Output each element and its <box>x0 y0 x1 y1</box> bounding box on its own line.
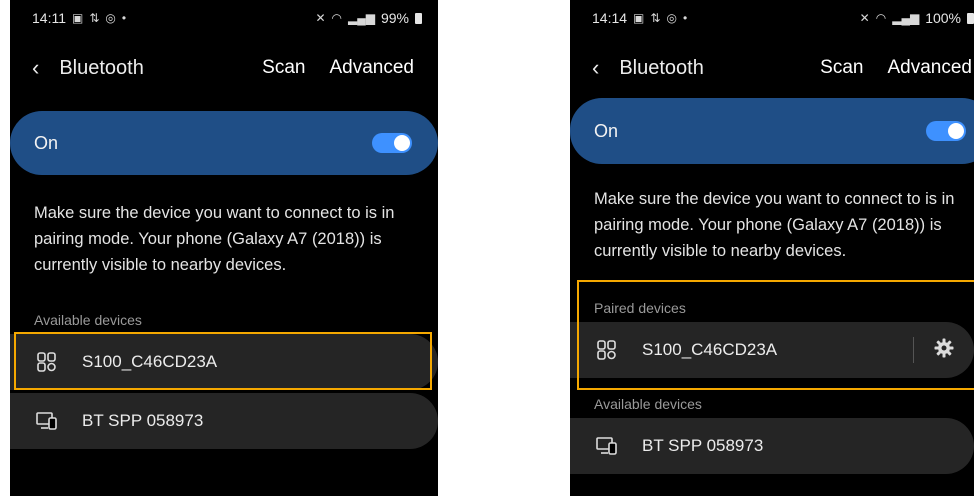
wifi-icon: ◠ <box>875 11 887 25</box>
advanced-button[interactable]: Advanced <box>887 57 972 79</box>
gear-icon[interactable] <box>934 338 954 363</box>
advanced-button[interactable]: Advanced <box>329 57 414 79</box>
pairing-info-text: Make sure the device you want to connect… <box>594 190 955 260</box>
bluetooth-switch[interactable] <box>372 133 412 153</box>
dot-icon: • <box>682 11 688 25</box>
status-time: 14:11 <box>32 10 66 26</box>
title-bar: ‹ Bluetooth Scan Advanced <box>570 48 974 88</box>
gallery-icon: ▣ <box>633 11 645 25</box>
status-time: 14:14 <box>592 10 628 26</box>
monitor-phone-icon <box>596 435 618 457</box>
paired-device-item[interactable]: S100_C46CD23A <box>570 322 974 378</box>
battery-icon <box>967 12 974 24</box>
battery-percent: 99% <box>380 10 409 26</box>
scan-button[interactable]: Scan <box>820 57 863 79</box>
signal-icon: ▂▄▆ <box>348 11 375 25</box>
keypad-device-icon <box>596 339 618 361</box>
bluetooth-toggle-row[interactable]: On <box>570 98 974 164</box>
mute-icon: ✕ <box>315 11 326 25</box>
gallery-icon: ▣ <box>72 11 84 25</box>
toggle-label: On <box>34 132 59 153</box>
wifi-icon: ◠ <box>331 11 342 25</box>
bluetooth-toggle-row[interactable]: On <box>10 111 438 175</box>
device-item[interactable]: BT SPP 058973 <box>570 418 974 474</box>
available-devices-label: Available devices <box>34 312 142 328</box>
dot-icon: • <box>121 11 127 25</box>
title-bar: ‹ Bluetooth Scan Advanced <box>10 48 438 88</box>
signal-icon: ▂▄▆ <box>892 11 920 25</box>
scan-button[interactable]: Scan <box>262 57 305 79</box>
monitor-phone-icon <box>36 410 58 432</box>
mute-icon: ✕ <box>859 11 870 25</box>
switch-knob <box>948 123 964 139</box>
battery-icon <box>415 12 422 24</box>
device-item[interactable]: BT SPP 058973 <box>10 393 438 449</box>
data-saver-icon: ◎ <box>105 11 116 25</box>
status-bar: 14:11 ▣ ⇅ ◎ • ✕ ◠ ▂▄▆ 99% <box>10 0 438 36</box>
device-name: S100_C46CD23A <box>642 340 778 359</box>
status-bar: 14:14 ▣ ⇅ ◎ • ✕ ◠ ▂▄▆ 100% <box>570 0 974 36</box>
page-title: Bluetooth <box>59 56 144 79</box>
bluetooth-switch[interactable] <box>926 121 966 141</box>
phone-screen-after: 14:14 ▣ ⇅ ◎ • ✕ ◠ ▂▄▆ 100% ‹ Bluetooth S… <box>570 0 974 496</box>
page-title: Bluetooth <box>619 56 704 79</box>
divider <box>913 337 914 363</box>
device-name: BT SPP 058973 <box>642 436 764 455</box>
sync-icon: ⇅ <box>89 11 100 25</box>
back-arrow-icon[interactable]: ‹ <box>32 55 39 81</box>
toggle-label: On <box>594 120 619 141</box>
paired-devices-label: Paired devices <box>594 300 686 316</box>
device-name: BT SPP 058973 <box>82 411 204 430</box>
sync-icon: ⇅ <box>650 11 661 25</box>
switch-knob <box>394 135 410 151</box>
device-name: S100_C46CD23A <box>82 352 218 371</box>
keypad-device-icon <box>36 351 58 373</box>
battery-percent: 100% <box>925 10 961 26</box>
pairing-info-text: Make sure the device you want to connect… <box>34 204 395 274</box>
device-item[interactable]: S100_C46CD23A <box>10 334 438 390</box>
available-devices-label: Available devices <box>594 396 702 412</box>
phone-screen-before: 14:11 ▣ ⇅ ◎ • ✕ ◠ ▂▄▆ 99% ‹ Bluetooth Sc… <box>10 0 438 496</box>
data-saver-icon: ◎ <box>666 11 677 25</box>
back-arrow-icon[interactable]: ‹ <box>592 55 599 81</box>
